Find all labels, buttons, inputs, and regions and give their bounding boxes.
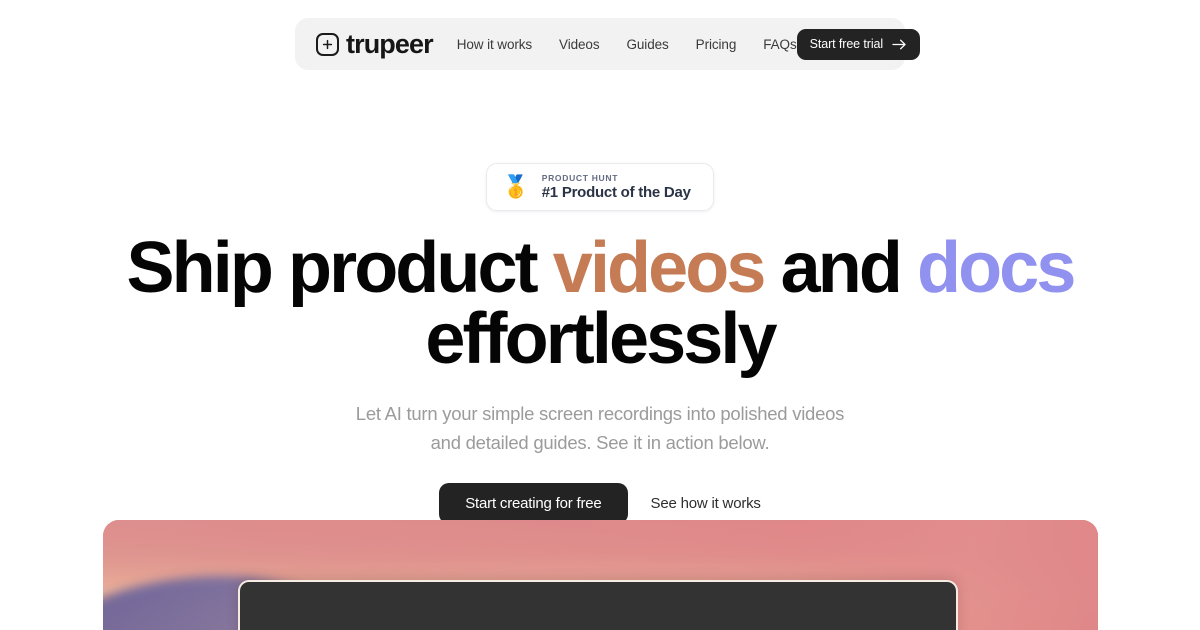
- brand-name: trupeer: [346, 28, 434, 59]
- headline-segment-3: effortlessly: [425, 299, 777, 379]
- rounded-square-plus-icon: [316, 32, 339, 56]
- start-creating-for-free-button[interactable]: Start creating for free: [439, 483, 628, 524]
- see-how-it-works-button[interactable]: See how it works: [651, 495, 761, 512]
- start-free-trial-button[interactable]: Start free trial: [796, 28, 921, 60]
- nav-item-videos[interactable]: Videos: [559, 37, 600, 52]
- product-hunt-title: #1 Product of the Day: [541, 184, 691, 201]
- product-hunt-badge-text: PRODUCT HUNT #1 Product of the Day: [542, 173, 691, 201]
- headline-segment-2: and: [763, 228, 918, 308]
- nav-item-pricing[interactable]: Pricing: [696, 37, 737, 52]
- page-title: Ship product videos and docs effortlessl…: [0, 232, 1200, 375]
- gold-medal-icon: 🥇: [502, 174, 530, 199]
- headline-accent-videos: videos: [552, 228, 767, 308]
- arrow-right-icon: [892, 39, 907, 50]
- nav-item-guides[interactable]: Guides: [626, 37, 668, 52]
- product-hunt-eyebrow: PRODUCT HUNT: [541, 173, 619, 183]
- nav-item-faqs[interactable]: FAQs: [763, 37, 796, 52]
- badge-region: 🥇 PRODUCT HUNT #1 Product of the Day: [0, 163, 1200, 211]
- brand-logo[interactable]: trupeer: [316, 28, 434, 59]
- headline-segment-1: Ship product: [126, 228, 553, 308]
- hero-subheading: Let AI turn your simple screen recording…: [355, 403, 845, 453]
- hero-cta-row: Start creating for free See how it works: [0, 483, 1200, 524]
- product-hunt-badge[interactable]: 🥇 PRODUCT HUNT #1 Product of the Day: [486, 163, 714, 211]
- video-preview-player[interactable]: [238, 580, 958, 630]
- landing-page: trupeer How it works Videos Guides Prici…: [0, 0, 1200, 630]
- showcase-region: [103, 520, 1098, 630]
- headline-accent-docs: docs: [917, 228, 1076, 308]
- header-region: trupeer How it works Videos Guides Prici…: [0, 18, 1200, 70]
- main-navigation: How it works Videos Guides Pricing FAQs: [457, 37, 797, 52]
- hero-section: Ship product videos and docs effortlessl…: [0, 232, 1200, 524]
- site-header: trupeer How it works Videos Guides Prici…: [295, 18, 921, 70]
- start-free-trial-label: Start free trial: [809, 37, 884, 51]
- nav-item-how-it-works[interactable]: How it works: [457, 37, 532, 52]
